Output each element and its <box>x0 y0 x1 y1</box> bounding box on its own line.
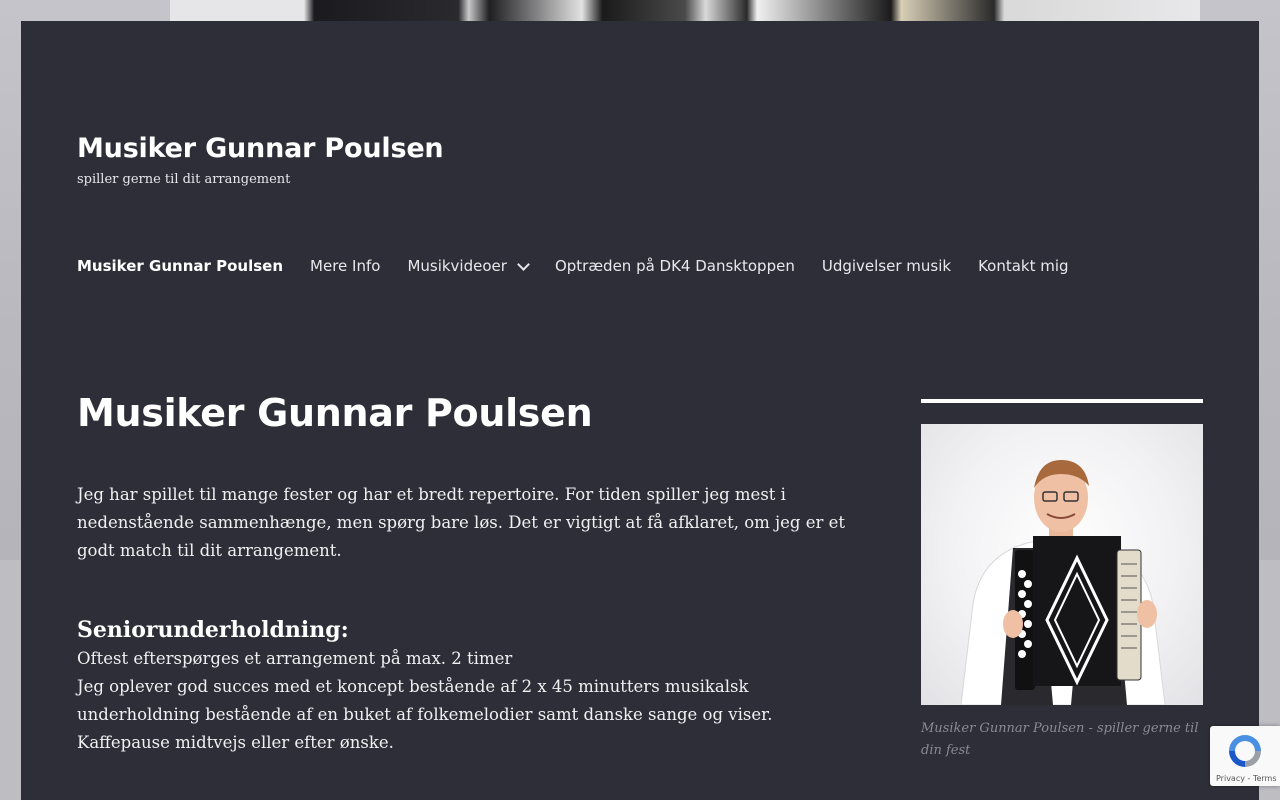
nav-item-musikvideoer[interactable]: Musikvideoer <box>407 257 530 275</box>
nav-item-label: Musikvideoer <box>407 257 507 275</box>
nav-item-label: Optræden på DK4 Dansktoppen <box>554 257 795 275</box>
main-content: Musiker Gunnar Poulsen Jeg har spillet t… <box>77 391 867 757</box>
section-paragraph-2: Jeg oplever god succes med et koncept be… <box>77 676 773 752</box>
accordion-player-illustration <box>960 460 1166 705</box>
site-container: Musiker Gunnar Poulsen spiller gerne til… <box>21 21 1259 800</box>
nav-item-label: Kontakt mig <box>978 257 1069 275</box>
widget-divider <box>921 399 1203 403</box>
nav-item-label: Mere Info <box>310 257 381 275</box>
accordion-photo-strip <box>170 0 1200 21</box>
recaptcha-links[interactable]: Privacy - Terms <box>1216 774 1277 783</box>
nav-item-home[interactable]: Musiker Gunnar Poulsen <box>77 257 283 275</box>
nav-item-kontakt[interactable]: Kontakt mig <box>978 257 1068 275</box>
nav-item-mere-info[interactable]: Mere Info <box>310 257 380 275</box>
chevron-down-icon[interactable] <box>517 257 530 271</box>
section-heading: Seniorunderholdning: <box>77 616 349 643</box>
site-description: spiller gerne til dit arrangement <box>77 172 291 187</box>
recaptcha-badge[interactable]: Privacy - Terms <box>1210 726 1280 786</box>
nav-item-dk4-dansktoppen[interactable]: Optræden på DK4 Dansktoppen <box>555 257 795 275</box>
nav-item-label: Musiker Gunnar Poulsen <box>77 257 284 275</box>
section-paragraph-1: Oftest efterspørges et arrangement på ma… <box>77 648 513 668</box>
site-title-link[interactable]: Musiker Gunnar Poulsen <box>77 133 444 164</box>
page-title: Musiker Gunnar Poulsen <box>77 391 593 435</box>
intro-paragraph: Jeg har spillet til mange fester og har … <box>77 484 846 560</box>
image-caption: Musiker Gunnar Poulsen - spiller gerne t… <box>921 721 1199 758</box>
entry-content: Jeg har spillet til mange fester og har … <box>77 481 867 757</box>
musician-photo <box>921 424 1203 705</box>
recaptcha-icon <box>1229 735 1261 767</box>
nav-item-label: Udgivelser musik <box>821 257 952 275</box>
main-navigation: Musiker Gunnar Poulsen Mere Info Musikvi… <box>77 254 1096 278</box>
nav-item-udgivelser[interactable]: Udgivelser musik <box>822 257 951 275</box>
